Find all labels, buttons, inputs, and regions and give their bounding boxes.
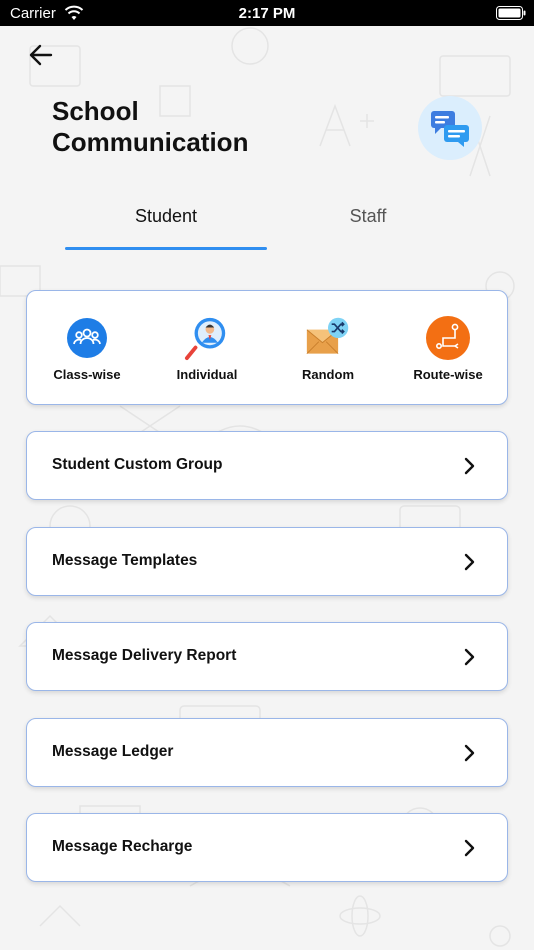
message-recharge-label: Message Recharge (52, 838, 193, 855)
individual-button[interactable]: Individual (147, 315, 267, 385)
chevron-right-icon (464, 839, 475, 857)
tab-bar: Student Staff (0, 196, 534, 250)
class-wise-label: Class-wise (53, 367, 121, 382)
random-button[interactable]: Random (268, 315, 388, 385)
message-templates-label: Message Templates (52, 552, 198, 569)
class-wise-button[interactable]: Class-wise (27, 315, 147, 385)
student-custom-group-label: Student Custom Group (52, 456, 223, 473)
page-title-line1: School (52, 96, 139, 126)
group-icon (64, 315, 110, 361)
tab-staff-label: Staff (349, 206, 387, 226)
person-search-icon (184, 315, 230, 361)
message-ledger-label: Message Ledger (52, 743, 174, 760)
chevron-right-icon (464, 457, 475, 475)
random-label: Random (302, 367, 354, 382)
tab-student-label: Student (134, 206, 198, 226)
route-wise-button[interactable]: Route-wise (388, 315, 508, 385)
chat-bubbles-icon (431, 111, 469, 147)
tab-staff[interactable]: Staff (267, 196, 469, 250)
message-delivery-report-label: Message Delivery Report (52, 647, 237, 664)
message-templates-row[interactable]: Message Templates (26, 527, 508, 596)
route-wise-label: Route-wise (413, 367, 483, 382)
back-arrow-icon (29, 44, 53, 66)
route-icon (425, 315, 471, 361)
tab-student[interactable]: Student (65, 196, 267, 250)
chevron-right-icon (464, 553, 475, 571)
category-card: Class-wise Individual Random Route-wise (26, 290, 508, 405)
status-time: 2:17 PM (238, 5, 296, 22)
individual-label: Individual (176, 367, 238, 382)
status-bar: Carrier 2:17 PM (0, 0, 534, 26)
chevron-right-icon (464, 744, 475, 762)
back-button[interactable] (26, 40, 56, 70)
chevron-right-icon (464, 648, 475, 666)
battery-icon (496, 6, 526, 20)
envelope-shuffle-icon (305, 315, 351, 361)
page-title-line2: Communication (52, 127, 249, 157)
message-ledger-row[interactable]: Message Ledger (26, 718, 508, 787)
message-recharge-row[interactable]: Message Recharge (26, 813, 508, 882)
message-delivery-report-row[interactable]: Message Delivery Report (26, 622, 508, 691)
student-custom-group-row[interactable]: Student Custom Group (26, 431, 508, 500)
tab-indicator (65, 247, 267, 250)
page-title: School Communication (52, 96, 352, 158)
chat-bubbles-badge (418, 96, 482, 160)
